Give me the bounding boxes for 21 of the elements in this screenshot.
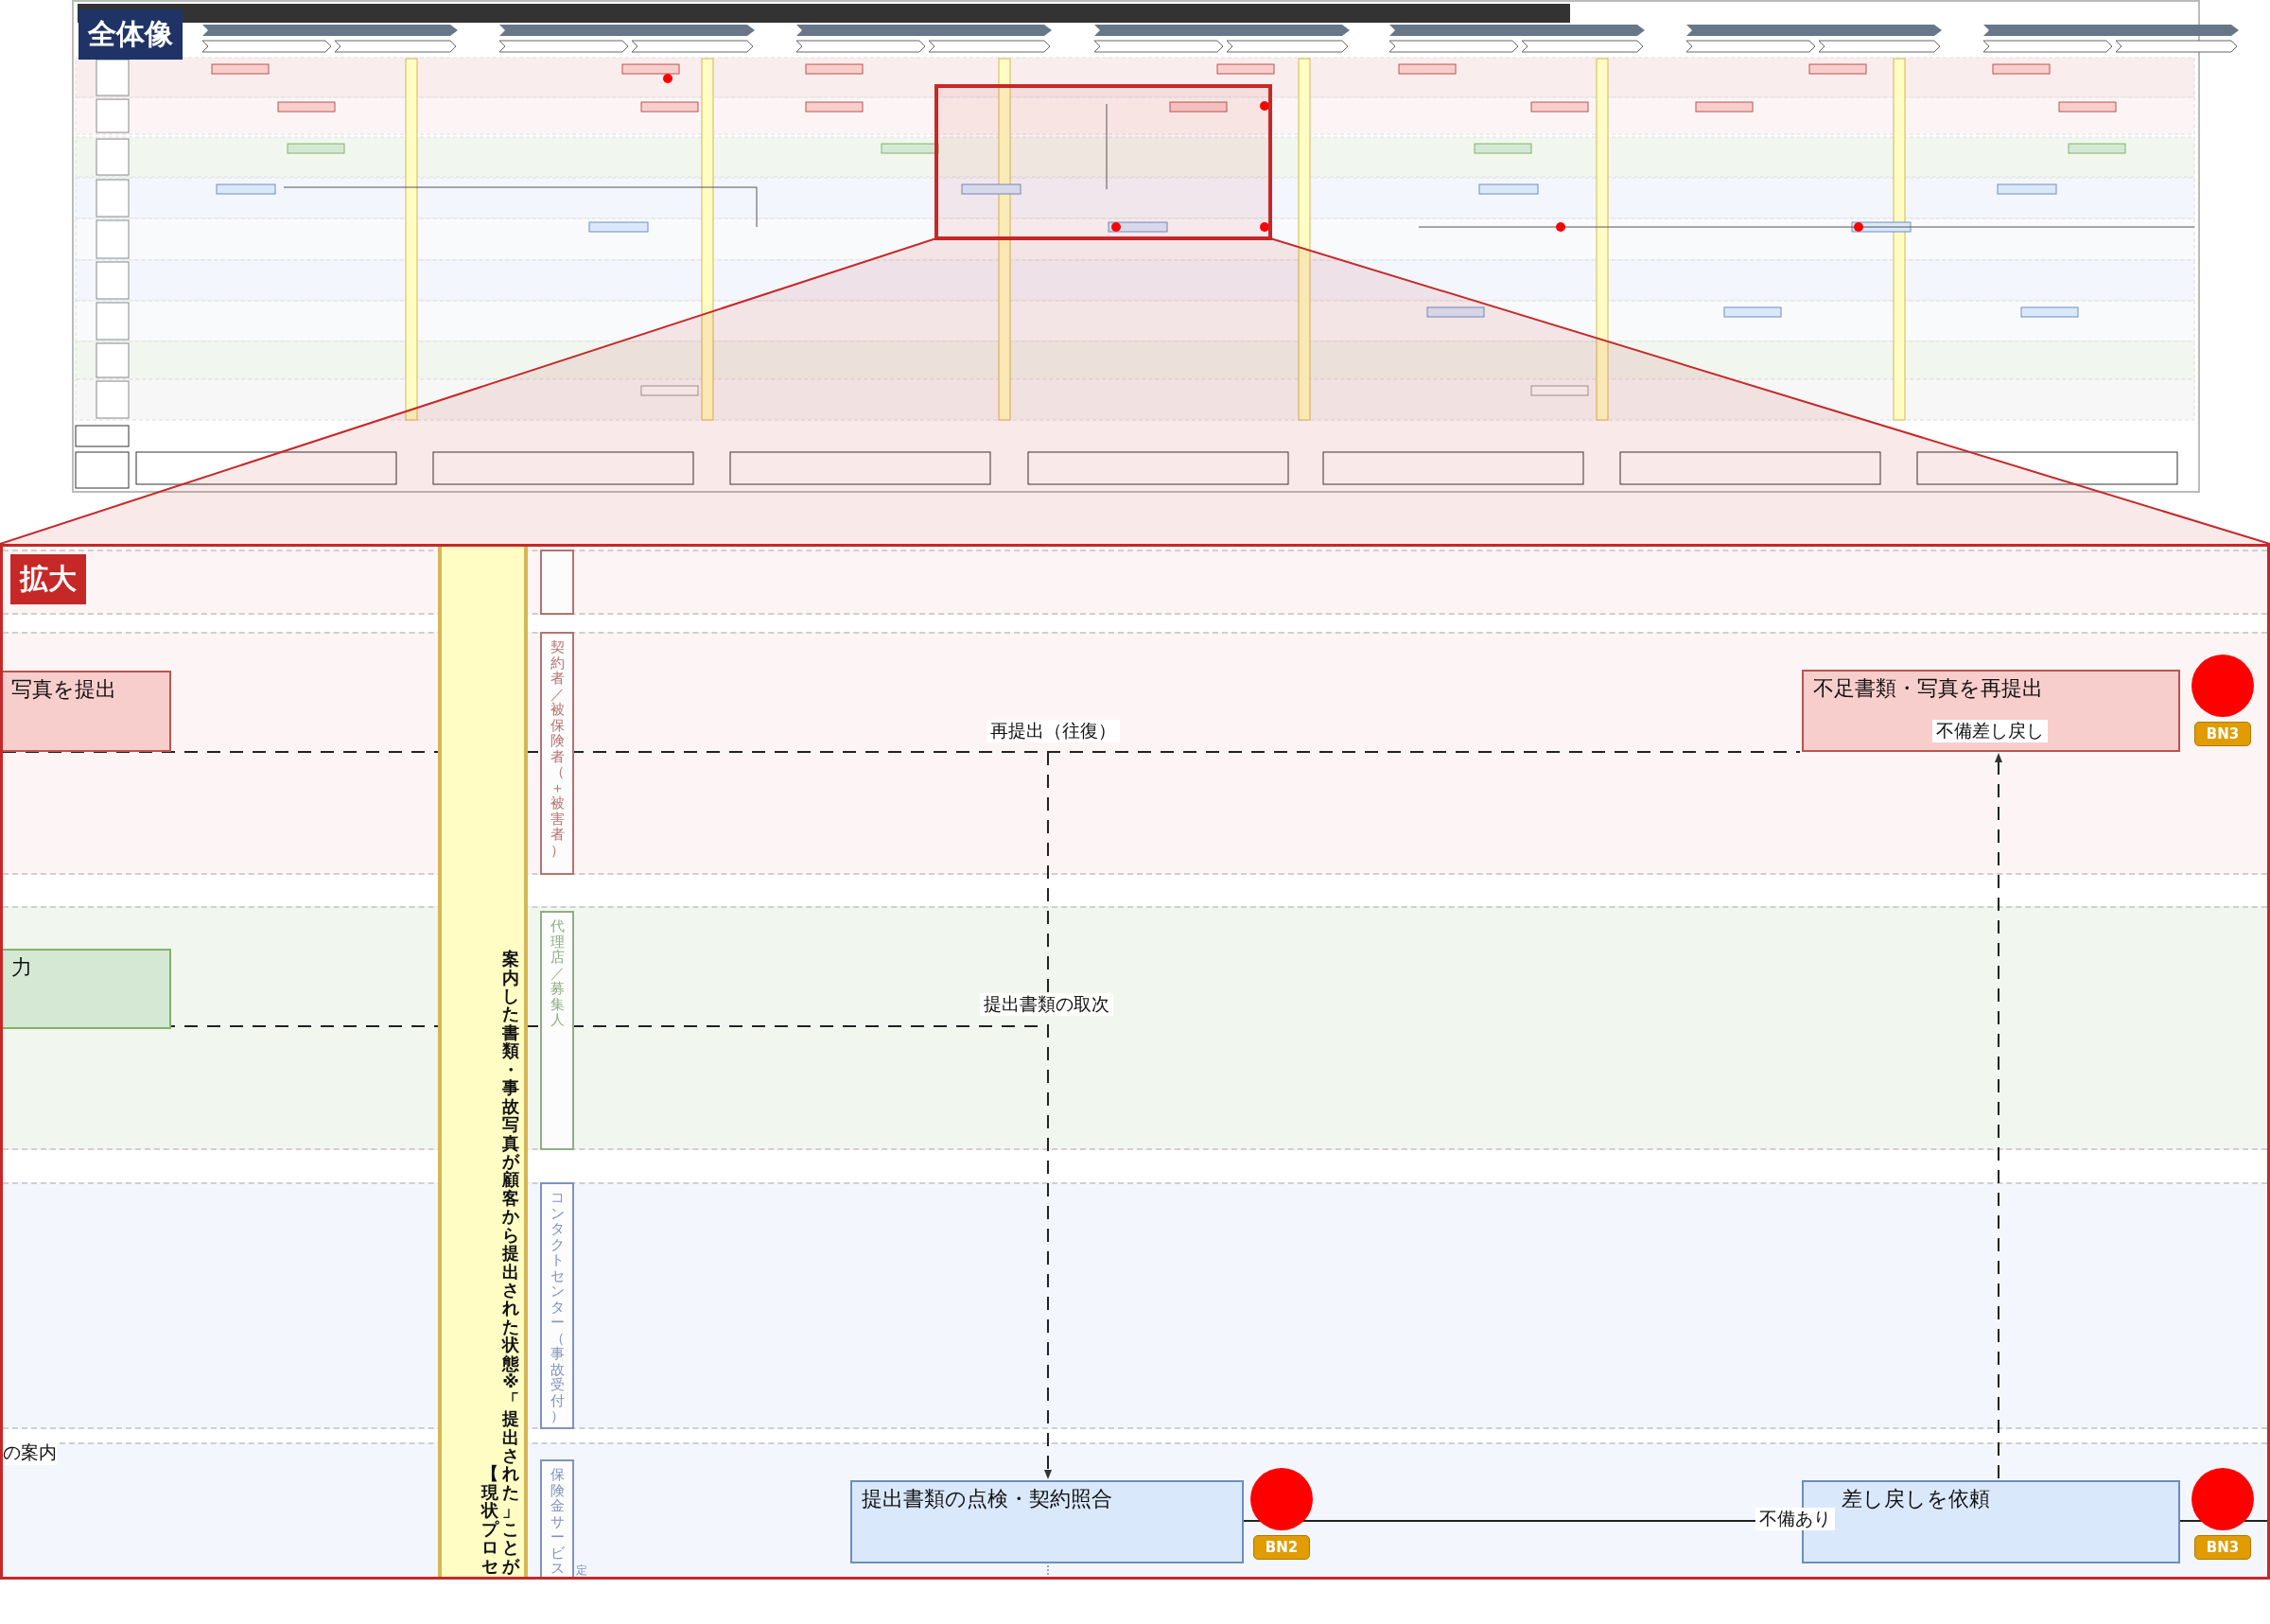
- process-step: 提出書類の点検・契約照合: [850, 1480, 1244, 1563]
- lane-title: 保険金サービス: [549, 1467, 566, 1577]
- overview-label: 全体像: [79, 9, 183, 60]
- zoom-label: 拡大: [10, 554, 86, 604]
- bottleneck-badge: BN3: [2194, 1535, 2251, 1560]
- milestone-text: 案内した書類・事故写真が顧客から提出された状態 ※「提出された」ことが: [501, 950, 520, 1575]
- lane-title: コンタクトセンター（事故受付）: [549, 1190, 566, 1426]
- lane-title: 代理店／募集人: [549, 918, 566, 1030]
- lane-title: 契約者／被保険者（＋被害者）: [549, 639, 566, 861]
- flow-label: 提出書類の取次: [980, 993, 1113, 1016]
- step-text: の案内: [3, 1441, 57, 1465]
- bottleneck-badge: BN3: [2194, 722, 2251, 746]
- flow-label: 不備差し戻し: [1932, 720, 2048, 742]
- milestone-text: 【現状プロセ: [480, 1464, 500, 1575]
- process-step: 写真を提出: [3, 671, 171, 752]
- flow-label: 再提出（往復）: [987, 720, 1120, 742]
- bottleneck-badge: BN2: [1253, 1535, 1310, 1560]
- connector-line: [1047, 1564, 1049, 1577]
- process-step: 力: [3, 949, 171, 1029]
- flow-label: 不備あり: [1755, 1508, 1835, 1530]
- lane-title: 定: [576, 1564, 587, 1576]
